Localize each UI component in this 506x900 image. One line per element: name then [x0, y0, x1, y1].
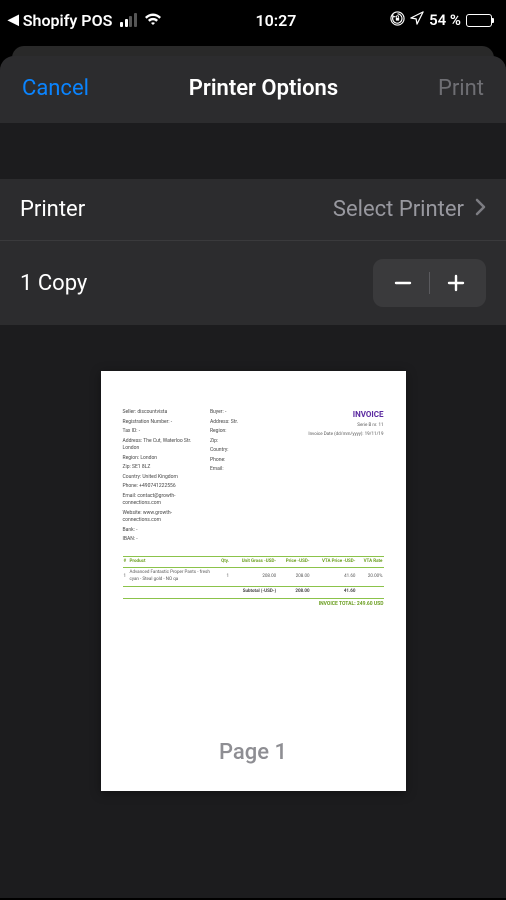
back-app-label[interactable]: Shopify POS [23, 11, 113, 30]
battery-icon [466, 14, 492, 27]
printer-row-value-group: Select Printer [333, 197, 486, 222]
status-right: 54 % [390, 11, 492, 30]
chevron-right-icon [474, 197, 486, 222]
invoice-document: Seller: discountvista Registration Numbe… [101, 371, 406, 608]
orientation-lock-icon [390, 11, 405, 30]
sheet-header: Cancel Printer Options Print [0, 56, 506, 123]
page-preview[interactable]: Seller: discountvista Registration Numbe… [101, 371, 406, 791]
decrement-button[interactable] [377, 263, 429, 303]
print-sheet: Cancel Printer Options Print Printer Sel… [0, 56, 506, 898]
invoice-table: # Product Qty. Unit Gross -USD- Price -U… [123, 556, 384, 599]
increment-button[interactable] [430, 263, 482, 303]
buyer-block: Buyer: - Address: Str. Region: Zip: Coun… [210, 409, 296, 546]
copies-label: 1 Copy [20, 271, 87, 296]
preview-area: Seller: discountvista Registration Numbe… [0, 325, 506, 791]
printer-value: Select Printer [333, 197, 464, 222]
status-bar: ◀ Shopify POS 10:27 54 % [0, 0, 506, 40]
seller-block: Seller: discountvista Registration Numbe… [123, 409, 209, 546]
location-icon [410, 11, 424, 29]
back-chevron-icon[interactable]: ◀ [8, 12, 19, 28]
print-button[interactable]: Print [438, 76, 484, 101]
wifi-icon [144, 11, 162, 30]
cellular-signal-icon [120, 13, 137, 27]
page-number-label: Page 1 [101, 740, 406, 765]
sheet-title: Printer Options [189, 76, 338, 101]
section-spacer [0, 123, 506, 179]
printer-row[interactable]: Printer Select Printer [0, 179, 506, 240]
status-time: 10:27 [256, 11, 297, 30]
copies-stepper [373, 259, 486, 307]
battery-percent: 54 % [429, 11, 461, 29]
invoice-total: INVOICE TOTAL: 249.60 USD [123, 601, 384, 609]
printer-row-label: Printer [20, 197, 85, 222]
status-left: ◀ Shopify POS [8, 11, 162, 30]
invoice-meta: INVOICE Serie B nr. 11 Invoice Date (dd/… [297, 409, 383, 546]
copies-row: 1 Copy [0, 240, 506, 325]
cancel-button[interactable]: Cancel [22, 76, 89, 101]
